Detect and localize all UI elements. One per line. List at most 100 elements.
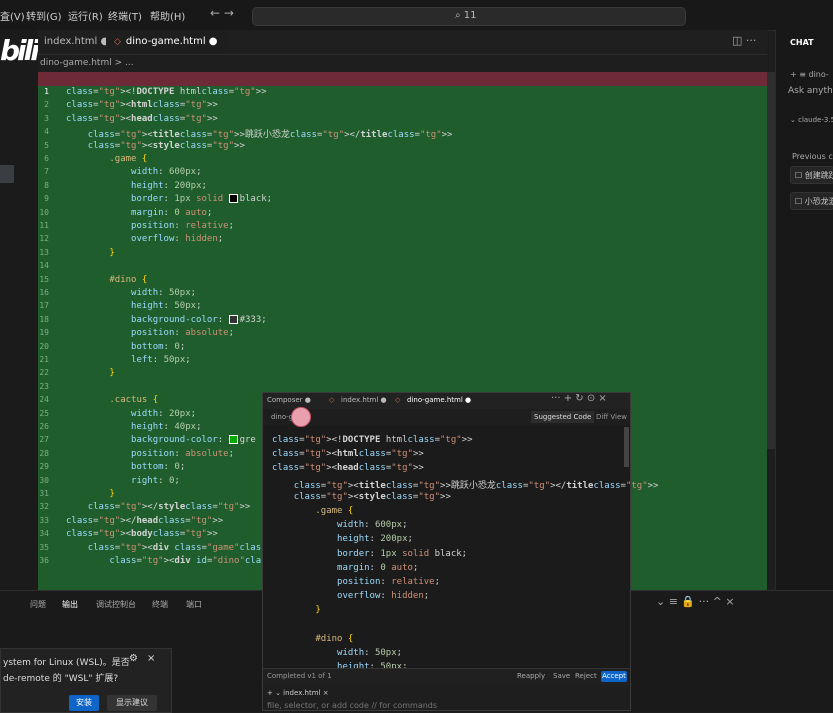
html-file-icon: ◇	[395, 396, 401, 404]
new-chat-chip[interactable]: + ≡ dino-	[790, 70, 829, 79]
chat-title: CHAT	[790, 38, 814, 47]
code-line: background-color: #333;	[131, 314, 267, 325]
wsl-notification: ystem for Linux (WSL)。是否 ⚙ × de-remote 的…	[0, 648, 172, 713]
line-number: 29	[39, 462, 49, 472]
save-button[interactable]: Save	[553, 672, 570, 680]
line-number: 30	[39, 475, 49, 485]
nav-arrows-icon[interactable]: ← →	[210, 6, 234, 20]
code-line: position: relative;	[131, 221, 235, 231]
tab-composer[interactable]: Composer ●	[267, 396, 311, 404]
line-number: 12	[39, 234, 49, 244]
line-number: 35	[39, 542, 49, 552]
code-line: width: 600px;	[131, 167, 202, 178]
html-file-icon: ◇	[114, 37, 121, 47]
line-number: 31	[39, 489, 49, 498]
previous-chats-label: Previous c	[792, 152, 833, 161]
tab-index-html[interactable]: index.html ●	[44, 30, 109, 54]
line-number: 15	[39, 274, 49, 284]
tab-problems[interactable]: 问题	[30, 599, 46, 610]
html-file-icon: ◇	[329, 396, 335, 404]
menu-run[interactable]: 运行(R)	[68, 8, 103, 23]
menu-terminal[interactable]: 终端(T)	[108, 8, 142, 23]
line-number: 22	[39, 368, 49, 378]
composer-code-line: .game {	[315, 506, 354, 516]
menu-bar: 査(V) 转到(G) 运行(R) 终端(T) 帮助(H) ← → ⌕ 11	[0, 0, 833, 31]
code-line: class="tg"><bodyclass="tg">>	[66, 529, 218, 540]
tab-terminal[interactable]: 终端	[152, 599, 168, 610]
menu-help[interactable]: 帮助(H)	[150, 8, 185, 23]
composer-scrollbar[interactable]	[624, 427, 629, 467]
code-line: .cactus {	[109, 395, 159, 406]
menu-view[interactable]: 査(V)	[0, 8, 25, 23]
command-search[interactable]: ⌕ 11	[252, 7, 686, 26]
code-line: width: 50px;	[131, 288, 197, 298]
tab-dino-game-html[interactable]: ◇ dino-game.html ●	[106, 30, 226, 54]
code-line: position: absolute;	[131, 328, 235, 339]
code-line: class="tg"><styleclass="tg">>	[87, 140, 245, 151]
composer-input[interactable]: + ⌄ index.html × file, selector, or add …	[263, 685, 630, 710]
context-file-chip[interactable]: + ⌄ index.html ×	[267, 689, 329, 697]
show-suggestions-button[interactable]: 显示建议	[107, 695, 157, 711]
code-line: bottom: 0;	[131, 341, 186, 352]
composer-code-line: class="tg"><htmlclass="tg">>	[272, 449, 424, 460]
code-line: class="tg"><titleclass="tg">>跳跃小恐龙class=…	[87, 130, 453, 141]
diff-removed-region	[38, 72, 767, 86]
panel-actions[interactable]: ⌄ ≡ 🔒 ··· ^ ×	[656, 595, 735, 608]
line-number: 26	[39, 422, 49, 431]
avatar	[291, 407, 311, 427]
reject-button[interactable]: Reject	[575, 672, 597, 680]
code-line: overflow: hidden;	[131, 234, 224, 245]
code-line: background-color: gre	[131, 435, 256, 446]
gear-icon[interactable]: ⚙	[129, 653, 138, 664]
line-number: 19	[39, 328, 49, 338]
chat-panel: CHAT + ≡ dino- Ask anythin ⌄ claude-3.5 …	[775, 30, 833, 590]
accept-button[interactable]: Accept	[601, 671, 627, 682]
code-line: border: 1px solid black;	[131, 194, 273, 205]
composer-code-line: class="tg"><styleclass="tg">>	[293, 491, 451, 502]
code-line: #dino {	[109, 274, 148, 285]
composer-code-line: border: 1px solid black;	[337, 548, 468, 559]
tab-dino-game-html[interactable]: dino-game.html ●	[407, 396, 471, 404]
line-number: 1	[44, 87, 49, 96]
composer-code-line: width: 600px;	[337, 520, 408, 531]
close-icon[interactable]: ×	[147, 653, 155, 664]
code-line: class="tg"><!DOCTYPE htmlclass="tg">>	[66, 87, 267, 97]
breadcrumb[interactable]: dino-game.html > ...	[40, 55, 134, 71]
editor-tab-bar: index.html ● ◇ dino-game.html ● ◫ ···	[38, 30, 767, 55]
line-number: 14	[39, 261, 49, 271]
composer-actions[interactable]: ··· + ↻ ⊙ ×	[551, 393, 607, 404]
line-number: 36	[39, 556, 49, 565]
code-line: class="tg"></styleclass="tg">>	[87, 502, 251, 513]
code-line: left: 50px;	[131, 355, 191, 365]
line-number: 6	[44, 154, 49, 163]
editor-scrollbar[interactable]	[767, 72, 775, 449]
history-item[interactable]: ☐ 小恐龙游	[790, 192, 833, 210]
model-selector[interactable]: ⌄ claude-3.5	[790, 116, 833, 124]
line-number: 7	[44, 167, 49, 177]
search-text: ⌕ 11	[455, 10, 477, 21]
line-number: 4	[44, 127, 49, 137]
reapply-button[interactable]: Reapply	[517, 672, 545, 680]
tab-actions[interactable]: ◫ ···	[732, 34, 756, 47]
composer-tab-bar: Composer ● ◇ index.html ● ◇ dino-game.ht…	[263, 393, 630, 410]
diff-view-tab[interactable]: Diff View	[596, 411, 627, 423]
install-button[interactable]: 安装	[69, 695, 99, 711]
tab-index-html[interactable]: index.html ●	[341, 396, 387, 404]
tab-ports[interactable]: 端口	[186, 599, 202, 610]
composer-code-line: overflow: hidden;	[337, 591, 430, 602]
menu-go[interactable]: 转到(G)	[26, 8, 62, 23]
tab-output[interactable]: 输出	[62, 599, 78, 610]
tab-debug-console[interactable]: 调试控制台	[96, 599, 136, 610]
suggested-code-tab[interactable]: Suggested Code	[531, 411, 595, 423]
chat-input-placeholder[interactable]: Ask anythin	[788, 86, 833, 96]
composer-code-line: #dino {	[315, 633, 354, 644]
composer-code-line: height: 200px;	[337, 534, 413, 545]
history-item[interactable]: ☐ 创建跳跃	[790, 166, 833, 184]
code-line: height: 50px;	[131, 301, 202, 312]
code-line: right: 0;	[131, 475, 180, 486]
line-number: 27	[39, 435, 49, 445]
selected-file-highlight[interactable]	[0, 165, 14, 183]
chat-bubble-icon: ☐	[795, 197, 805, 206]
line-number: 24	[39, 395, 49, 405]
composer-code-line: class="tg"><headclass="tg">>	[272, 463, 424, 474]
